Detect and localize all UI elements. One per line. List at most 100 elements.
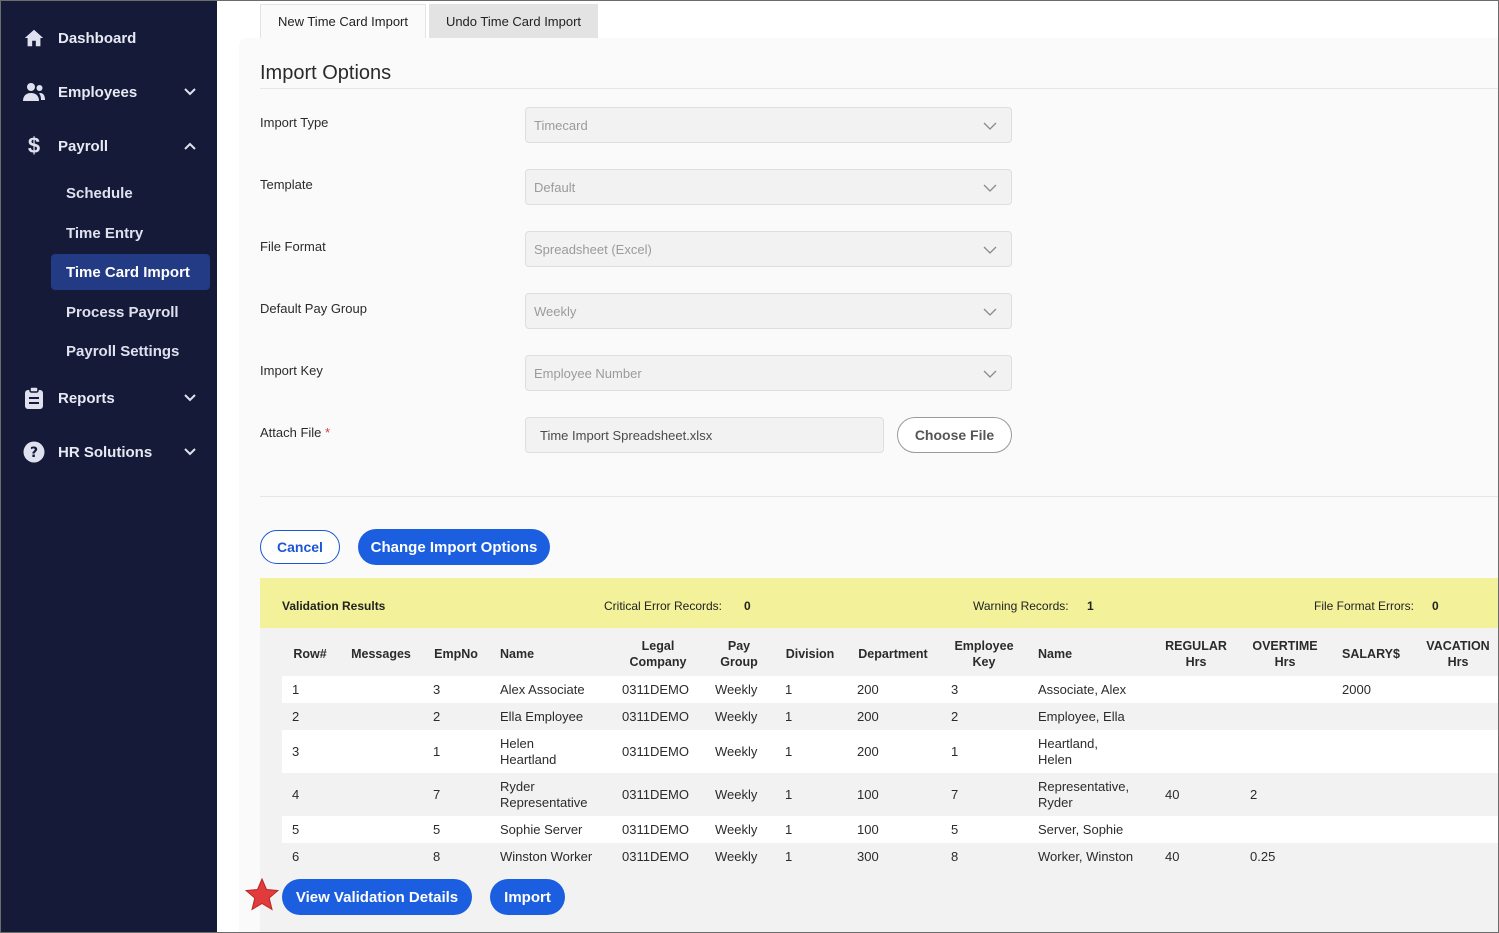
table-cell-line: Helen [1038,751,1072,767]
table-header-cell: Division [765,646,855,662]
sub-nav-schedule[interactable]: Schedule [51,175,210,211]
required-mark: * [325,425,331,440]
table-cell-division: 1 [785,821,793,837]
table-cell-line: Ryder [500,778,535,794]
table-row [282,773,1499,816]
nav-dashboard[interactable]: Dashboard [0,18,217,58]
table-cell-paygroup: Weekly [715,708,758,724]
cancel-button[interactable]: Cancel [260,530,340,564]
change-import-options-button[interactable]: Change Import Options [358,529,550,565]
chevron-down-icon [983,246,997,254]
table-cell-empkey: 1 [951,743,959,759]
table-cell-name: Winston Worker [500,849,592,865]
table-header-text: Name [500,647,535,661]
table-cell-name2: Employee, Ella [1038,709,1125,725]
choose-file-button[interactable]: Choose File [897,417,1012,453]
table-cell-paygroup: Weekly [715,848,758,864]
nav-label: HR Solutions [58,443,153,461]
nav-payroll[interactable]: $ Payroll [0,126,217,166]
table-cell-empkey: 7 [951,786,959,802]
table-cell-company: 0311DEMO [622,743,689,759]
table-header-text: Hrs [1447,655,1469,669]
nav-reports[interactable]: Reports [0,378,217,418]
sub-nav-payroll-settings[interactable]: Payroll Settings [51,333,210,369]
table-cell-company: 0311DEMO [622,848,689,864]
table-header-text: Hrs [1274,655,1296,669]
table-header-cell: Employee Key [939,638,1029,670]
table-header-cell: Name [500,646,534,662]
table-cell-line: Server, Sophie [1038,821,1124,837]
import-button[interactable]: Import [490,879,565,915]
star-icon [245,878,279,911]
import-type-label: Import Type [260,115,329,130]
tab-undo-time-card-import[interactable]: Undo Time Card Import [429,4,598,38]
table-cell-paygroup: Weekly [715,786,758,802]
table-header-cell: EmpNo [411,646,501,662]
divider [260,496,1499,497]
nav-label: Employees [58,83,138,101]
table-cell-name: Alex Associate [500,682,585,698]
table-header-cell: Name [1038,646,1072,662]
table-cell-company: 0311DEMO [622,708,689,724]
table-cell-name2: Associate, Alex [1038,682,1126,698]
table-cell-paygroup: Weekly [715,681,758,697]
warning-records-count: 1 [1087,599,1094,613]
table-cell-empno: 1 [433,743,441,759]
table-cell-row: 6 [292,848,300,864]
table-cell-name2: Heartland, Helen [1038,736,1098,768]
table-cell-overtime: 2 [1250,786,1258,802]
file-format-errors-label: File Format Errors: [1314,599,1415,613]
table-cell-department: 300 [857,848,879,864]
table-cell-department: 200 [857,681,879,697]
table-cell-line: Ryder [1038,794,1073,810]
validation-summary-bar: Validation Results Critical Error Record… [260,578,1499,628]
table-cell-division: 1 [785,786,793,802]
default-pay-group-select[interactable]: Weekly [525,293,1012,329]
table-cell-empkey: 2 [951,708,959,724]
table-header-text: Legal [641,639,675,653]
table-cell-company: 0311DEMO [622,786,689,802]
table-cell-row: 4 [292,786,300,802]
attach-file-label-text: Attach File [260,425,322,440]
table-header-cell: Legal Company [613,638,703,670]
template-select[interactable]: Default [525,169,1012,205]
file-format-errors-count: 0 [1432,599,1439,613]
table-cell-line: Worker, Winston [1038,848,1134,864]
nav-label: Reports [58,389,115,407]
table-cell-department: 100 [857,786,879,802]
sub-nav-process-payroll[interactable]: Process Payroll [51,294,210,330]
table-header-cell: REGULAR Hrs [1151,638,1241,670]
table-cell-row: 2 [292,708,300,724]
table-header-cell: OVERTIME Hrs [1240,638,1330,670]
chevron-down-icon [983,184,997,192]
nav-hr-solutions[interactable]: ? HR Solutions [0,432,217,472]
tab-new-time-card-import[interactable]: New Time Card Import [260,4,426,38]
sub-nav-time-entry[interactable]: Time Entry [51,215,210,251]
table-cell-line: Sophie Server [500,821,583,837]
table-cell-name: Sophie Server [500,822,582,838]
table-cell-regular: 40 [1165,848,1180,864]
table-cell-line: Alex Associate [500,681,585,697]
table-cell-line: Employee, Ella [1038,708,1125,724]
table-cell-salary: 2000 [1342,681,1371,697]
attach-file-label: Attach File * [260,425,330,440]
table-cell-empno: 2 [433,708,441,724]
table-cell-department: 200 [857,708,879,724]
table-row [282,843,1499,870]
import-key-select[interactable]: Employee Number [525,355,1012,391]
import-type-select[interactable]: Timecard [525,107,1012,143]
import-key-label: Import Key [260,363,323,378]
validation-title: Validation Results [282,599,386,613]
chevron-down-icon [983,308,997,316]
sub-nav-time-card-import[interactable]: Time Card Import [51,254,210,290]
home-icon [22,26,46,50]
attach-file-input[interactable]: Time Import Spreadsheet.xlsx [525,417,884,453]
table-cell-line: Representative, [1038,778,1130,794]
view-validation-details-button[interactable]: View Validation Details [282,879,472,915]
divider [260,88,1499,89]
dollar-icon: $ [27,133,41,158]
file-format-select[interactable]: Spreadsheet (Excel) [525,231,1012,267]
nav-label: Payroll [58,137,109,155]
nav-employees[interactable]: Employees [0,72,217,112]
warning-records-label: Warning Records: [973,599,1069,613]
